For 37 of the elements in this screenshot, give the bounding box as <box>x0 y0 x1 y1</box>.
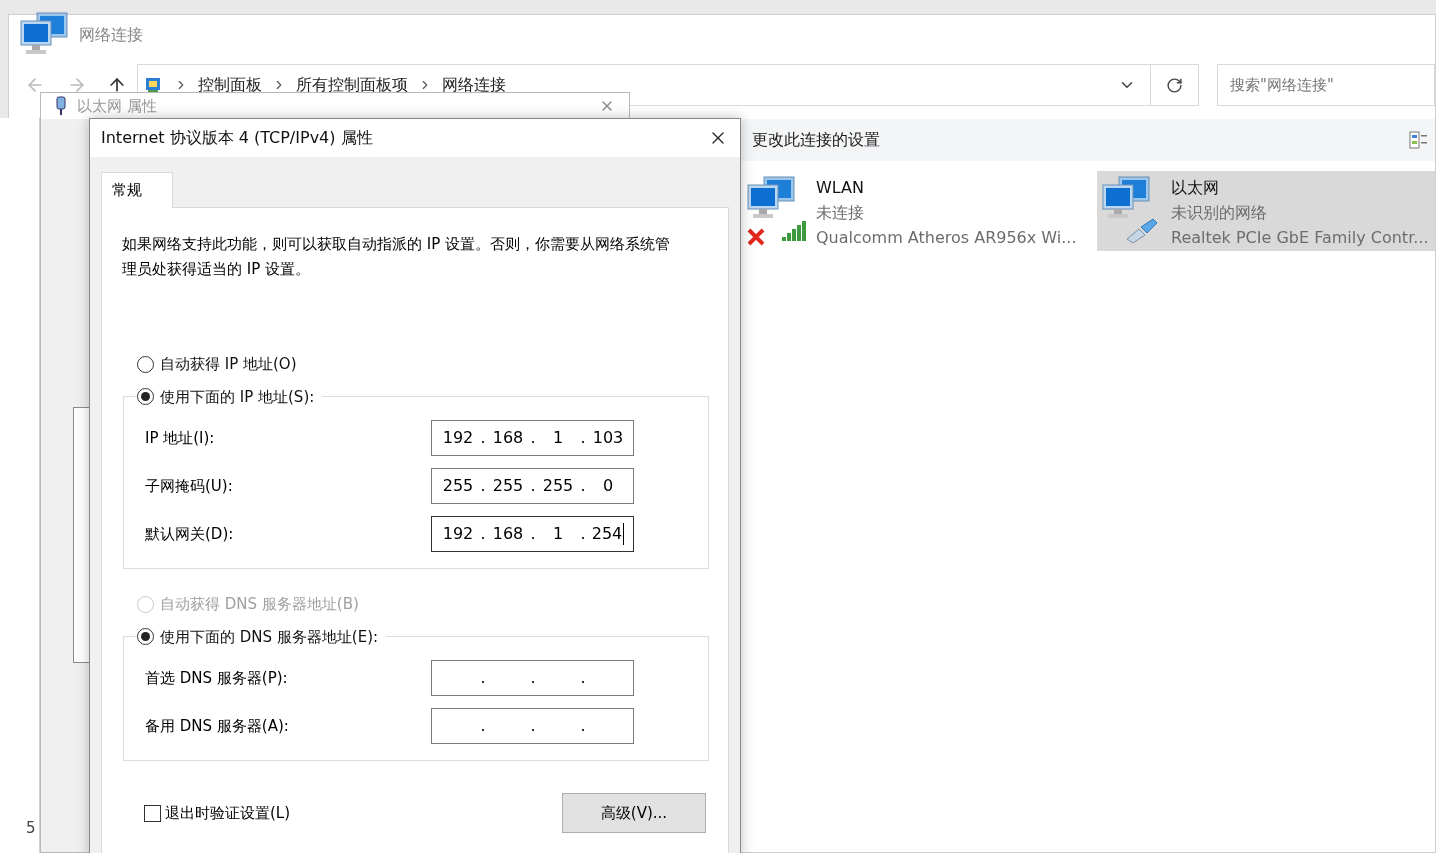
checkbox[interactable]: 退出时验证设置(L) <box>144 801 291 825</box>
refresh-icon <box>1166 76 1183 94</box>
ip-address-field[interactable]: 192 . 168 . 1 . 254 <box>431 516 634 552</box>
window-title: 网络连接 <box>79 24 143 46</box>
adapter-name: Qualcomm Atheros AR956x Wi... <box>816 227 1077 249</box>
breadcrumb-item[interactable]: 网络连接 <box>442 76 506 94</box>
connection-item[interactable]: WLAN 未连接 Qualcomm Atheros AR956x Wi... <box>744 171 1097 251</box>
radio-button[interactable]: 使用下面的 IP 地址(S): <box>137 385 315 408</box>
search-field[interactable]: 搜索"网络连接" <box>1217 64 1435 106</box>
field-label: 默认网关(D): <box>145 523 235 545</box>
description: 如果网络支持此功能，则可以获取自动指派的 IP 设置。否则，你需要从网络系统管理员处获得适当的 IP 设置。 <box>122 234 671 280</box>
ethernet-icon <box>55 96 67 116</box>
tab[interactable]: 常规 <box>101 172 173 208</box>
field-label: 备用 DNS 服务器(A): <box>145 715 290 737</box>
breadcrumb-item[interactable]: 所有控制面板项 <box>296 76 408 94</box>
connection-status: 未识别的网络 <box>1171 202 1268 224</box>
breadcrumb-item[interactable]: 控制面板 <box>198 76 262 94</box>
connection-status: 未连接 <box>816 202 865 224</box>
ip-address-field[interactable]: . . . <box>431 708 634 744</box>
field-label: 首选 DNS 服务器(P): <box>145 667 289 689</box>
view-options-icon[interactable] <box>1409 130 1429 150</box>
field-label: IP 地址(I): <box>145 427 216 449</box>
advanced-button[interactable]: 高级(V)... <box>562 793 706 833</box>
field-label: 子网掩码(U): <box>145 475 234 497</box>
connection-name: WLAN <box>816 177 865 199</box>
adapter-name: Realtek PCIe GbE Family Contr... <box>1171 227 1429 249</box>
radio-button[interactable]: 使用下面的 DNS 服务器地址(E): <box>137 625 379 648</box>
network-cable-icon <box>1125 217 1159 243</box>
page-number: 5 <box>26 817 37 839</box>
ip-address-field[interactable]: 255 . 255 . 255 . 0 <box>431 468 634 504</box>
radio-button[interactable]: 自动获得 IP 地址(O) <box>137 353 708 376</box>
connection-name: 以太网 <box>1171 177 1220 199</box>
ip-address-field[interactable]: . . . <box>431 660 634 696</box>
connection-item[interactable]: 以太网 未识别的网络 Realtek PCIe GbE Family Contr... <box>1097 171 1435 251</box>
command-link[interactable]: 更改此连接的设置 <box>752 128 880 152</box>
dialog-title: Internet 协议版本 4 (TCP/IPv4) 属性 <box>101 127 373 149</box>
ip-address-field[interactable]: 192 . 168 . 1 . 103 <box>431 420 634 456</box>
